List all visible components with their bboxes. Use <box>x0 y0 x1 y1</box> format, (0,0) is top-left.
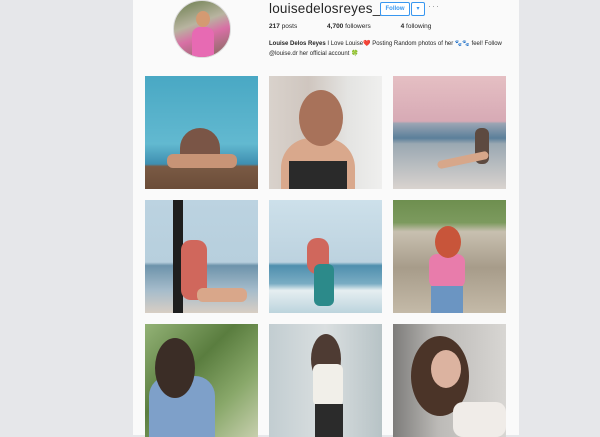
followers-stat[interactable]: 4,700 followers <box>327 23 385 30</box>
photo-figure <box>431 286 463 313</box>
bio-name: Louise Delos Reyes <box>269 41 326 47</box>
post-tile-pool[interactable] <box>145 76 258 189</box>
profile-avatar[interactable] <box>173 0 231 58</box>
photo-figure <box>435 226 461 258</box>
post-tile-beach-sitting[interactable] <box>393 76 506 189</box>
photo-figure <box>289 161 347 189</box>
following-stat[interactable]: 4 following <box>401 23 446 30</box>
photo-figure <box>167 154 237 168</box>
photo-figure <box>299 90 343 146</box>
photo-figure <box>197 288 247 302</box>
post-tile-waves[interactable] <box>269 200 382 313</box>
photo-figure <box>429 254 465 288</box>
following-count: 4 <box>400 23 405 30</box>
profile-bio: Louise Delos Reyes I Love Louise❤️ Posti… <box>269 39 509 59</box>
photo-figure <box>436 150 490 170</box>
follow-button[interactable]: Follow <box>380 2 410 16</box>
post-tile-fence-flower[interactable] <box>393 200 506 313</box>
followers-label: followers <box>345 23 371 30</box>
photo-figure <box>453 402 506 437</box>
photo-figure <box>431 350 461 388</box>
profile-username: louisedelosreyes_ <box>269 1 381 16</box>
posts-count: 217 <box>269 23 280 30</box>
photo-figure <box>314 264 334 306</box>
more-options-icon[interactable]: ··· <box>428 1 440 11</box>
post-tile-smiling-closeup[interactable] <box>393 324 506 437</box>
following-label: following <box>406 23 432 30</box>
posts-label: posts <box>281 23 298 30</box>
post-tile-seaside-redhair[interactable] <box>145 200 258 313</box>
posts-stat[interactable]: 217 posts <box>269 23 311 30</box>
post-tile-denim-jacket[interactable] <box>145 324 258 437</box>
post-tile-laughing[interactable] <box>269 76 382 189</box>
photo-figure <box>313 364 343 406</box>
post-tile-street[interactable] <box>269 324 382 437</box>
photo-figure <box>155 338 195 398</box>
dropdown-icon[interactable]: ▾ <box>411 2 425 16</box>
followers-count: 4,700 <box>327 23 344 30</box>
photo-figure <box>315 404 343 437</box>
profile-stats: 217 posts 4,700 followers 4 following <box>269 23 459 30</box>
